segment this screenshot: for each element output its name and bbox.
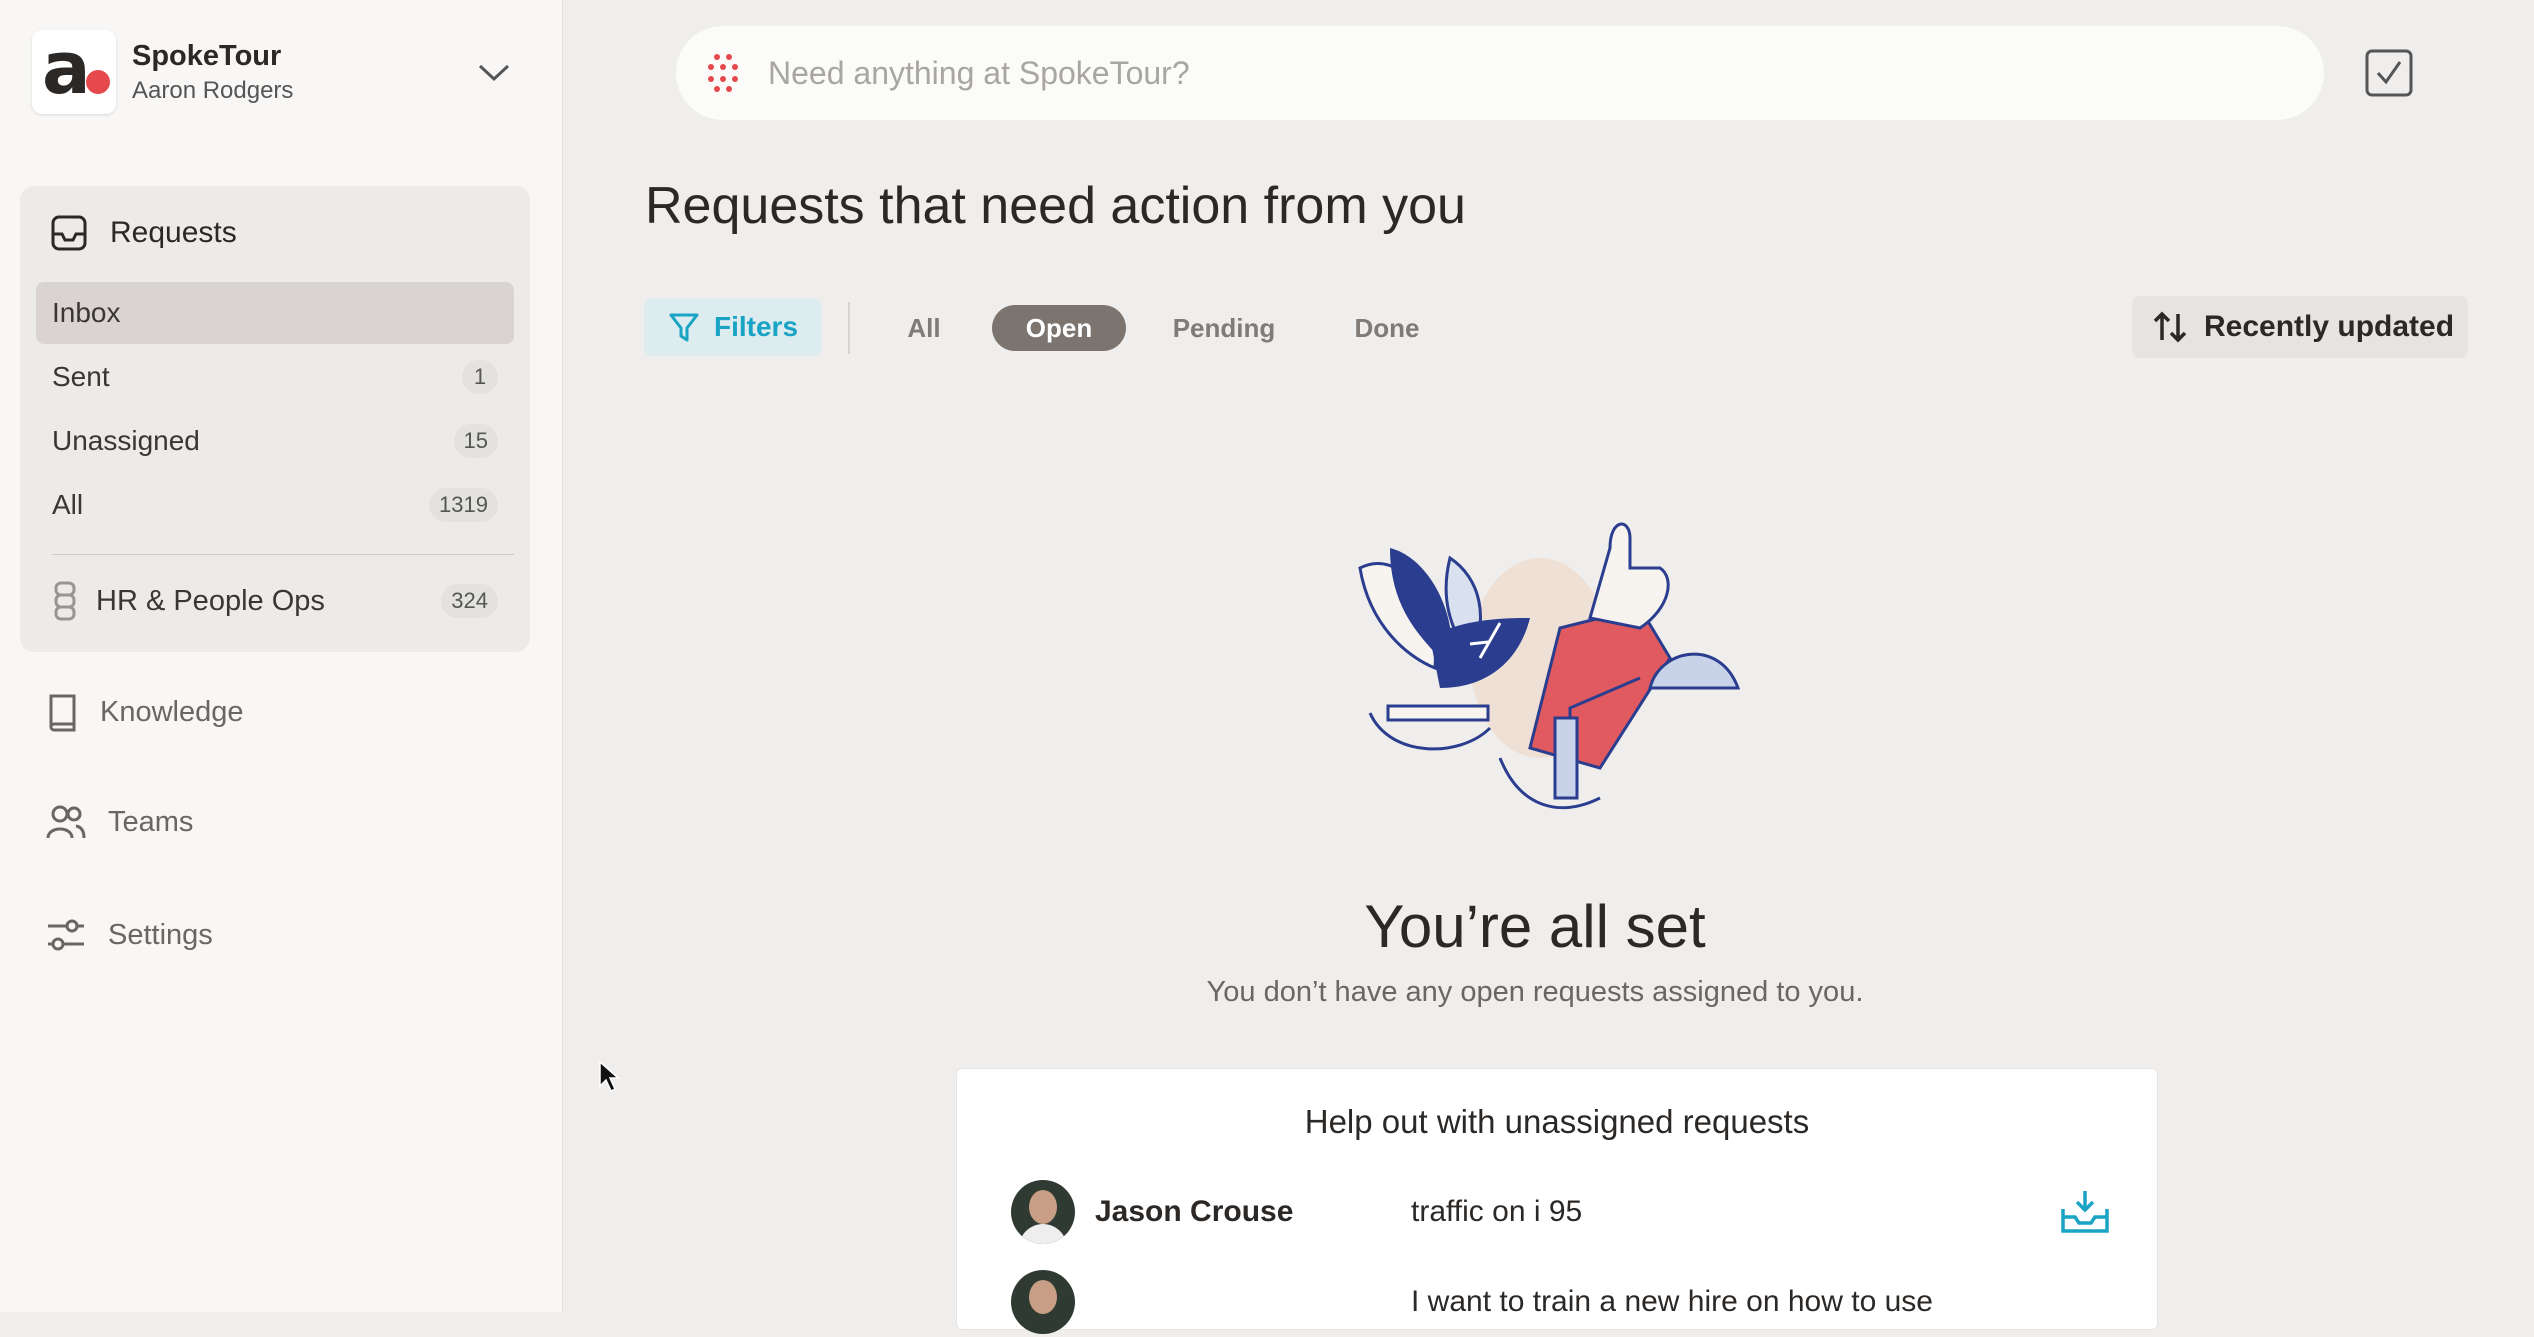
avatar xyxy=(1011,1180,1075,1244)
sidebar-item-label: Unassigned xyxy=(52,425,200,456)
sidebar-item-hr-people-ops[interactable]: HR & People Ops 324 xyxy=(36,571,514,631)
people-icon xyxy=(46,805,86,839)
sidebar-item-inbox[interactable]: Inbox xyxy=(36,282,514,344)
avatar xyxy=(1011,1270,1075,1334)
empty-state-title: You’re all set xyxy=(1364,893,1706,960)
sidebar-item-label: Sent xyxy=(52,361,110,392)
tab-done[interactable]: Done xyxy=(1330,305,1444,351)
funnel-icon xyxy=(669,313,699,342)
list-item[interactable]: Jason Crouse traffic on i 95 xyxy=(1011,1177,2111,1247)
empty-state-subtitle: You don’t have any open requests assigne… xyxy=(1206,976,1864,1008)
card-title: Help out with unassigned requests xyxy=(1304,1103,1810,1140)
sidebar-item-unassigned[interactable]: Unassigned 15 xyxy=(36,410,514,472)
nav-label: Settings xyxy=(108,918,213,951)
thumbs-up-illustration xyxy=(1358,522,1741,810)
nav-label: Teams xyxy=(108,805,194,838)
search-input[interactable]: Need anything at SpokeTour? xyxy=(768,55,1190,92)
sidebar-item-label: Inbox xyxy=(52,297,121,328)
requests-label: Requests xyxy=(110,216,237,249)
checkbox-icon[interactable] xyxy=(2364,48,2414,98)
divider xyxy=(52,554,514,555)
sort-arrows-icon xyxy=(2153,311,2187,343)
sidebar-item-label: All xyxy=(52,489,84,520)
request-subject: I want to train a new hire on how to use xyxy=(1411,1285,1933,1318)
count-badge: 324 xyxy=(441,584,498,618)
sliders-icon xyxy=(48,919,84,951)
workspace-logo: a xyxy=(32,26,116,114)
sidebar-item-label: HR & People Ops xyxy=(96,584,325,617)
nav-settings[interactable]: Settings xyxy=(46,916,213,954)
inbox-icon xyxy=(51,215,87,251)
sort-label: Recently updated xyxy=(2204,310,2455,343)
page-title: Requests that need action from you xyxy=(645,177,1466,235)
workspace-switcher[interactable]: a SpokeTour Aaron Rodgers xyxy=(32,26,294,114)
sort-button[interactable]: Recently updated xyxy=(2132,296,2468,358)
requests-section: Requests Inbox Sent 1 Unassigned 15 All … xyxy=(20,186,530,652)
sidebar: a SpokeTour Aaron Rodgers Requests Inbox… xyxy=(0,0,563,1312)
inbox-download-icon[interactable] xyxy=(2059,1189,2111,1235)
sidebar-item-all[interactable]: All 1319 xyxy=(36,474,514,536)
requester-name: Jason Crouse xyxy=(1095,1195,1294,1228)
tab-all[interactable]: All xyxy=(880,305,968,351)
nav-knowledge[interactable]: Knowledge xyxy=(46,692,244,732)
request-subject: traffic on i 95 xyxy=(1411,1195,1583,1228)
search-bar[interactable]: Need anything at SpokeTour? xyxy=(676,26,2324,120)
workspace-user: Aaron Rodgers xyxy=(132,76,294,104)
nav-label: Knowledge xyxy=(100,695,244,728)
divider xyxy=(848,302,850,354)
sidebar-item-sent[interactable]: Sent 1 xyxy=(36,346,514,408)
dots-logo-icon xyxy=(708,54,738,92)
book-icon xyxy=(49,694,76,732)
tab-open[interactable]: Open xyxy=(992,305,1126,351)
filters-label: Filters xyxy=(713,311,799,342)
team-icon xyxy=(54,581,76,621)
tab-pending[interactable]: Pending xyxy=(1150,305,1298,351)
count-badge: 15 xyxy=(453,424,498,458)
filters-button[interactable]: Filters xyxy=(644,298,822,356)
chevron-down-icon[interactable] xyxy=(474,60,514,86)
count-badge: 1319 xyxy=(429,488,498,522)
count-badge: 1 xyxy=(462,360,498,394)
mouse-cursor-icon xyxy=(599,1060,620,1093)
unassigned-requests-card: Help out with unassigned requests Jason … xyxy=(956,1068,2158,1334)
requests-header[interactable]: Requests xyxy=(50,214,237,252)
nav-teams[interactable]: Teams xyxy=(46,804,193,840)
list-item[interactable]: I want to train a new hire on how to use xyxy=(1011,1267,2111,1337)
workspace-name: SpokeTour xyxy=(132,39,282,72)
